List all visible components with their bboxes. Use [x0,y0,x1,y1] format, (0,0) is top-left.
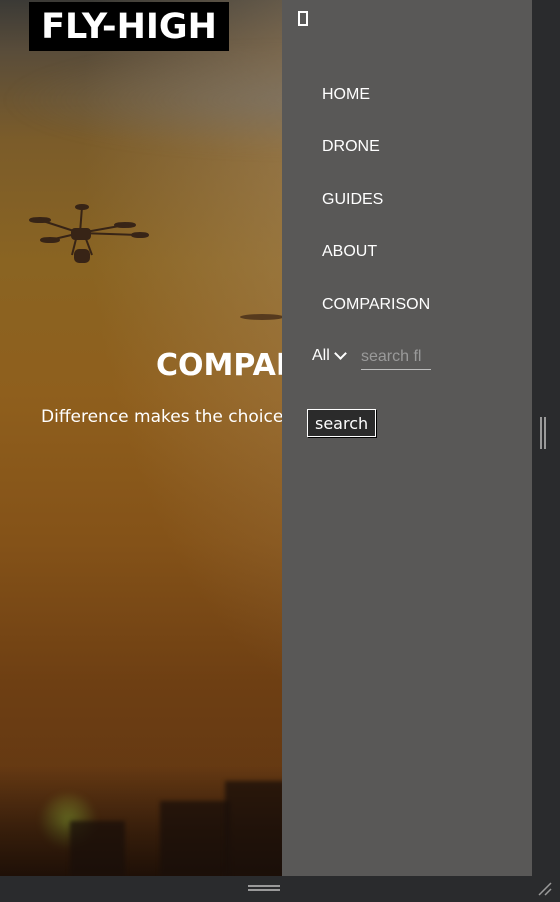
search-input[interactable] [361,345,431,370]
resize-grip-icon[interactable] [536,880,554,898]
close-icon[interactable] [298,11,308,26]
nav-item-guides[interactable]: GUIDES [322,191,383,209]
page-subtitle: Difference makes the choice [41,407,284,427]
drone-image-small [240,314,284,320]
nav-item-comparison[interactable]: COMPARISON [322,296,430,314]
vertical-resize-handle[interactable] [540,417,546,449]
nav-item-drone[interactable]: DRONE [322,138,380,156]
side-menu [282,0,532,876]
horizontal-resize-handle[interactable] [248,885,280,891]
chevron-down-icon [333,347,347,360]
site-logo[interactable]: FLY-HIGH [29,2,229,51]
building-silhouette [160,801,230,876]
category-select[interactable]: All [312,347,347,365]
category-select-value: All [312,347,330,364]
search-button[interactable]: search [307,409,377,437]
drone-image [29,204,149,263]
building-silhouette [225,781,285,876]
nav-item-about[interactable]: ABOUT [322,243,377,261]
nav-item-home[interactable]: HOME [322,86,370,104]
building-silhouette [70,821,125,876]
